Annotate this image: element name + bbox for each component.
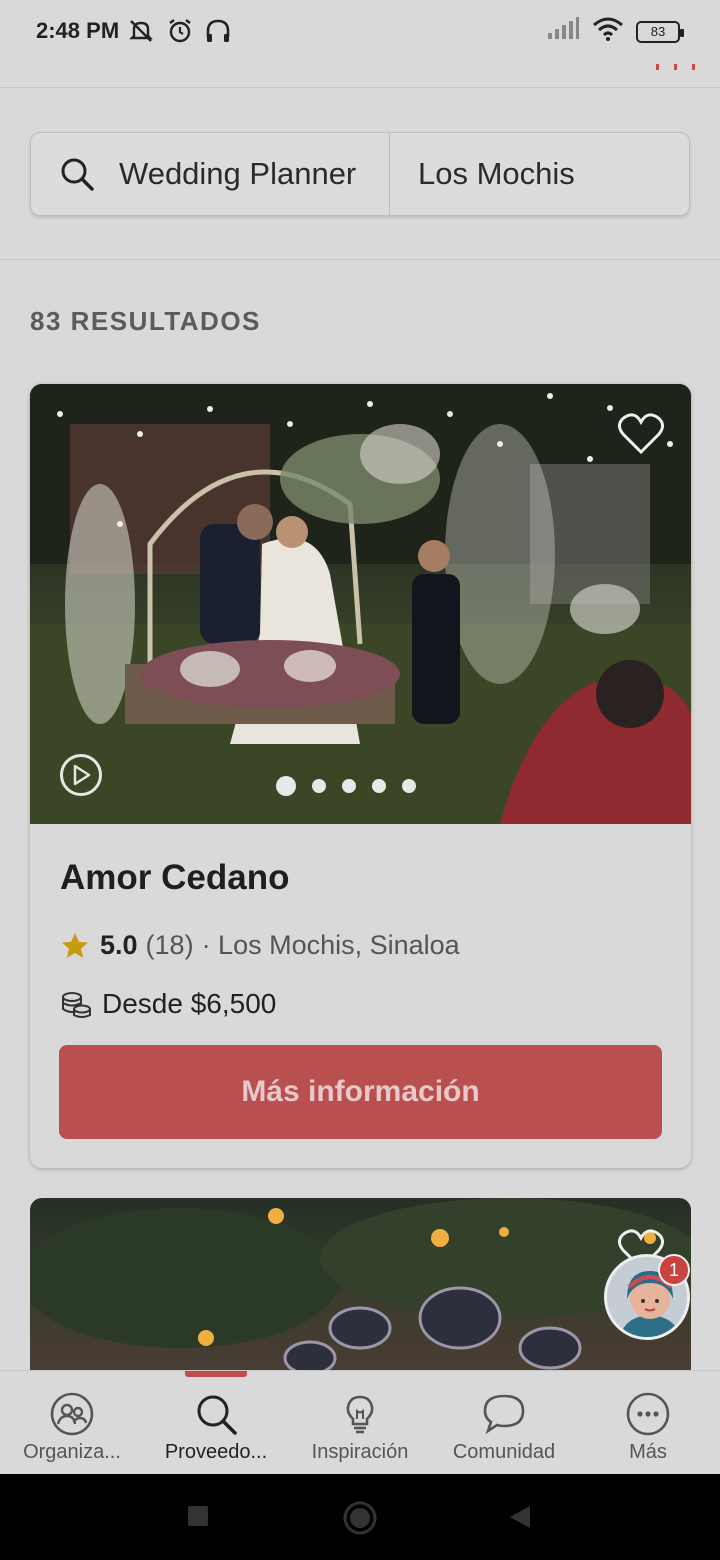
carousel-dot[interactable]	[342, 779, 356, 793]
vendor-photo	[30, 1198, 691, 1376]
results-count: 83 RESULTADOS	[30, 306, 261, 336]
more-icon	[626, 1392, 670, 1436]
vendor-price: Desde $6,500	[102, 988, 277, 1019]
vendor-location: · Los Mochis, Sinaloa	[201, 930, 460, 960]
recent-apps-icon[interactable]	[186, 1504, 210, 1533]
nav-label: Proveedo...	[164, 1441, 268, 1463]
status-time: 2:48 PM	[36, 18, 120, 43]
lightbulb-icon	[346, 1395, 374, 1434]
carousel-dot-active[interactable]	[276, 776, 296, 796]
carousel-dots	[276, 776, 416, 796]
nav-organiza[interactable]: Organiza...	[0, 1371, 144, 1474]
vendor-card-next[interactable]	[30, 1198, 691, 1378]
review-count: (18)	[145, 930, 194, 960]
play-video-icon[interactable]	[60, 754, 102, 796]
app-header	[0, 64, 720, 88]
back-icon[interactable]	[508, 1504, 532, 1535]
people-icon	[50, 1392, 94, 1436]
nav-comunidad[interactable]: Comunidad	[432, 1371, 576, 1474]
carousel-dot[interactable]	[372, 779, 386, 793]
vendor-name[interactable]: Amor Cedano	[60, 858, 289, 898]
search-location-input[interactable]: Los Mochis	[418, 156, 575, 192]
nav-inspiracion[interactable]: Inspiración	[288, 1371, 432, 1474]
headphones-icon	[204, 17, 232, 50]
more-info-button[interactable]: Más información	[59, 1045, 662, 1139]
vendor-rating-row: 5.0 (18) · Los Mochis, Sinaloa	[60, 930, 460, 961]
nav-label: Comunidad	[452, 1441, 556, 1463]
search-query-input[interactable]: Wedding Planner	[119, 156, 389, 192]
vendor-photo	[30, 384, 691, 824]
battery-level: 83	[650, 24, 666, 39]
vendor-price-row: Desde $6,500	[60, 988, 276, 1020]
bottom-nav: Organiza... Proveedo... Inspiración Comu…	[0, 1370, 720, 1474]
wifi-icon	[592, 16, 624, 47]
signal-icon	[546, 17, 580, 46]
vendor-photo-carousel[interactable]	[30, 384, 691, 824]
search-section: Wedding Planner Los Mochis	[0, 88, 720, 260]
system-nav-bar	[0, 1474, 720, 1560]
carousel-dot[interactable]	[402, 779, 416, 793]
search-divider	[389, 132, 390, 216]
vendor-card[interactable]: Amor Cedano 5.0 (18) · Los Mochis, Sinal…	[30, 384, 691, 1168]
battery-icon: 83	[636, 20, 684, 43]
nav-label: Organiza...	[23, 1441, 121, 1463]
chat-bubble-icon	[483, 1394, 525, 1435]
coins-icon	[60, 989, 92, 1019]
status-bar: 2:48 PM 83	[0, 0, 720, 64]
carousel-dot[interactable]	[312, 779, 326, 793]
search-icon	[53, 150, 101, 198]
home-icon[interactable]	[342, 1500, 378, 1541]
nav-mas[interactable]: Más	[576, 1371, 720, 1474]
alarm-icon	[166, 17, 194, 50]
star-icon	[60, 931, 90, 961]
favorite-heart-icon[interactable]	[617, 412, 665, 456]
search-bar[interactable]: Wedding Planner Los Mochis	[30, 132, 690, 216]
nav-label: Más	[629, 1441, 667, 1463]
mute-icon	[126, 16, 156, 51]
notification-badge: 1	[658, 1254, 690, 1286]
search-icon	[197, 1395, 237, 1435]
rating-value: 5.0	[100, 930, 138, 960]
nav-label: Inspiración	[311, 1441, 409, 1463]
nav-proveedores[interactable]: Proveedo...	[144, 1371, 288, 1474]
